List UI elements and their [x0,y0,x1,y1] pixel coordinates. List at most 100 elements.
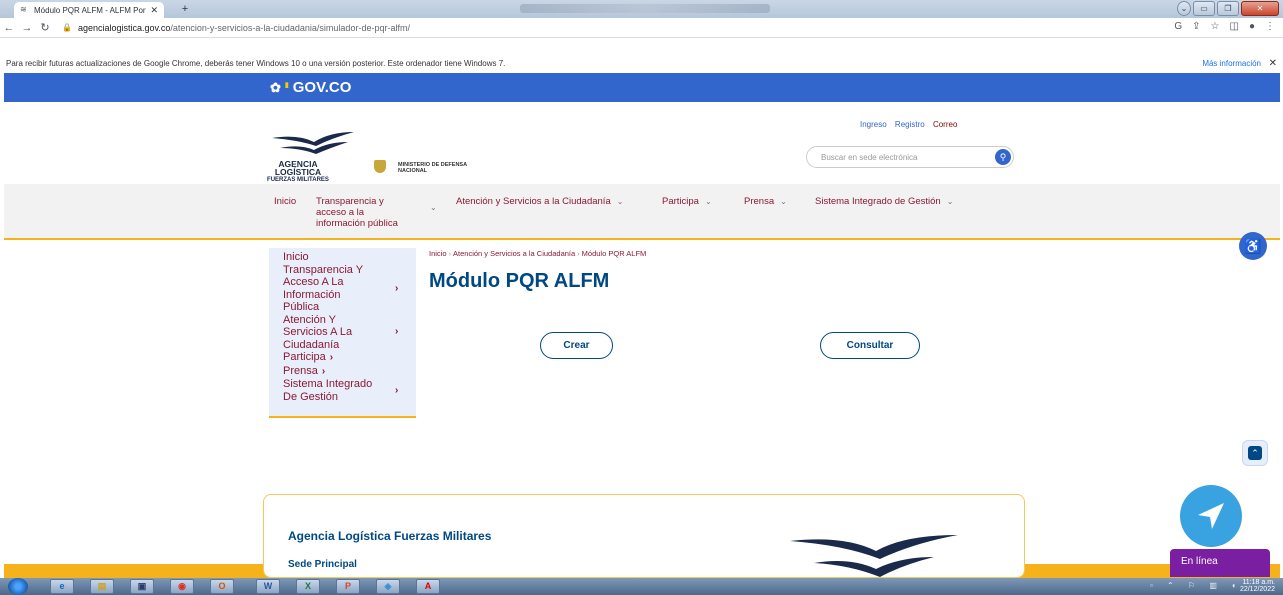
outlook-icon[interactable]: O [210,579,234,594]
nav-transparencia-line-2: acceso a la [316,207,365,218]
explorer-icon[interactable]: ▤ [90,579,114,594]
sidebar-item-sig[interactable]: Sistema Integrado De Gestión › [283,378,416,403]
ministry-line-2: NACIONAL [398,168,428,174]
nav-prensa-label: Prensa [744,196,775,207]
search-placeholder: Buscar en sede electrónica [821,152,918,162]
share-icon[interactable]: ⇪ [1192,21,1200,32]
correo-link[interactable]: Correo [933,120,957,129]
alfm-wings-logo-icon[interactable] [268,130,358,160]
acrobat-icon[interactable]: A [416,579,440,594]
sidebar-item-atencion[interactable]: Atención Y Servicios A La Ciudadanía › [283,314,416,352]
gov-co-text: GOV.CO [292,79,352,96]
breadcrumb-home[interactable]: Inicio [429,249,447,258]
close-window-icon[interactable]: ✕ [1241,1,1279,16]
ie-icon[interactable]: e [50,579,74,594]
browser-tab[interactable]: ≋ Módulo PQR ALFM - ALFM Portal ✕ [14,2,164,18]
search-icon[interactable]: ⚲ [995,149,1011,165]
more-info-link[interactable]: Más información [1202,59,1261,68]
nav-transparencia-line-3: información pública [316,218,398,229]
nav-sig[interactable]: Sistema Integrado de Gestión ⌄ [815,196,953,207]
consult-button[interactable]: Consultar [820,332,920,359]
chat-online-tab[interactable]: En línea [1170,549,1270,577]
bookmark-star-icon[interactable]: ☆ [1211,21,1220,32]
url-field[interactable]: 🔒 agencialogistica.gov.co/atencion-y-ser… [62,23,410,33]
chevron-down-icon: ⌄ [946,197,954,206]
chevron-down-icon: ⌄ [780,197,787,206]
clock[interactable]: 11:18 a.m. 22/12/2022 [1240,579,1275,593]
sidebar-item-participa[interactable]: Participa › [283,351,416,365]
side-panel-icon[interactable]: ◫ [1230,21,1239,32]
chevron-down-icon: ⌄ [616,197,624,206]
chrome-icon[interactable]: ◉ [170,579,194,594]
gov-co-logo[interactable]: ✿ ▮ GOV.CO [270,79,351,96]
excel-icon[interactable]: X [296,579,320,594]
url-path: /atencion-y-servicios-a-la-ciudadania/si… [170,22,410,33]
ministry-shield-icon [374,160,386,173]
close-tab-icon[interactable]: ✕ [150,5,158,16]
back-icon[interactable]: ← [0,22,18,34]
chevron-down-icon: ⌄ [704,197,712,206]
system-tray-icons[interactable]: ▫ ⌃ ⚐ ▥ ◖ [1150,581,1242,590]
app-icon[interactable]: ◈ [376,579,400,594]
sidebar-prensa-label: Prensa [283,364,318,377]
word-icon[interactable]: W [256,579,280,594]
info-bar-text: Para recibir futuras actualizaciones de … [6,58,506,68]
nav-participa-label: Participa [662,196,699,207]
lock-icon: 🔒 [62,23,72,32]
nav-participa[interactable]: Participa ⌄ [662,196,712,207]
url-domain: agencialogistica.gov.co [77,22,171,33]
nav-atencion[interactable]: Atención y Servicios a la Ciudadanía ⌄ [456,196,623,207]
start-button-icon[interactable] [8,578,28,595]
profile-icon[interactable]: ● [1249,21,1255,32]
create-button[interactable]: Crear [540,332,613,359]
sidebar-item-inicio[interactable]: Inicio [283,251,416,264]
main-nav: Inicio Transparencia y acceso a la infor… [4,184,1280,240]
clock-time: 11:18 a.m. [1242,579,1275,586]
breadcrumb-separator: › [577,249,580,258]
new-tab-button[interactable]: + [178,3,192,16]
colombia-emblem-icon: ✿ [270,79,281,95]
close-info-bar-icon[interactable]: ✕ [1269,58,1277,69]
ministry-text: MINISTERIO DE DEFENSA NACIONAL [398,162,467,174]
nav-inicio[interactable]: Inicio [274,196,296,207]
chevron-right-icon: › [321,365,326,377]
nav-prensa[interactable]: Prensa ⌄ [744,196,787,207]
sidebar-item-prensa[interactable]: Prensa › [283,365,416,379]
chevron-up-icon: ⌃ [1248,446,1262,460]
breadcrumb-current: Módulo PQR ALFM [581,249,647,258]
ingreso-link[interactable]: Ingreso [860,120,887,129]
menu-icon[interactable]: ⋮ [1265,21,1275,32]
flag-mark-icon: ▮ [284,81,289,89]
address-bar: ← → ↻ 🔒 agencialogistica.gov.co/atencion… [0,18,1283,38]
media-icon[interactable]: ▣ [130,579,154,594]
nav-transparencia[interactable]: Transparencia y acceso a la información … [316,196,398,229]
send-arrow-icon [1198,503,1224,529]
minimize-icon[interactable]: ▭ [1193,1,1215,16]
sidebar-atencion-line-3: Ciudadanía [283,338,340,351]
alfm-favicon-icon: ≋ [20,5,27,14]
chat-launcher-button[interactable] [1180,485,1242,547]
reload-icon[interactable]: ↻ [36,21,54,34]
browser-actions: G ⇪ ☆ ◫ ● ⋮ [1174,21,1275,32]
accessibility-icon[interactable]: ♿ [1239,232,1267,260]
nav-atencion-label: Atención y Servicios a la Ciudadanía [456,196,611,207]
top-links: Ingreso Registro Correo [860,120,963,129]
breadcrumb: Inicio › Atención y Servicios a la Ciudada… [429,249,646,258]
sidebar-item-transparencia[interactable]: Transparencia Y Acceso A La Información … [283,264,416,314]
tab-search-icon[interactable]: ⌄ [1177,1,1191,16]
registro-link[interactable]: Registro [895,120,925,129]
nav-transparencia-line-1: Transparencia y [316,196,384,207]
breadcrumb-section[interactable]: Atención y Servicios a la Ciudadanía [453,249,575,258]
back-to-top-button[interactable]: ⌃ [1242,440,1268,466]
forward-icon[interactable]: → [18,22,36,34]
agency-line-2: FUERZAS MILITARES [267,177,329,183]
nav-transparencia-chevron-icon[interactable]: ⌄ [424,202,437,213]
chevron-right-icon: › [395,384,399,396]
powerpoint-icon[interactable]: P [336,579,360,594]
maximize-icon[interactable]: ❐ [1217,1,1239,16]
footer-agency-name: Agencia Logística Fuerzas Militares [288,529,492,543]
search-input[interactable]: Buscar en sede electrónica ⚲ [806,146,1014,168]
google-icon[interactable]: G [1174,21,1182,32]
chevron-right-icon: › [395,282,399,294]
footer-wings-logo-icon [790,535,958,577]
